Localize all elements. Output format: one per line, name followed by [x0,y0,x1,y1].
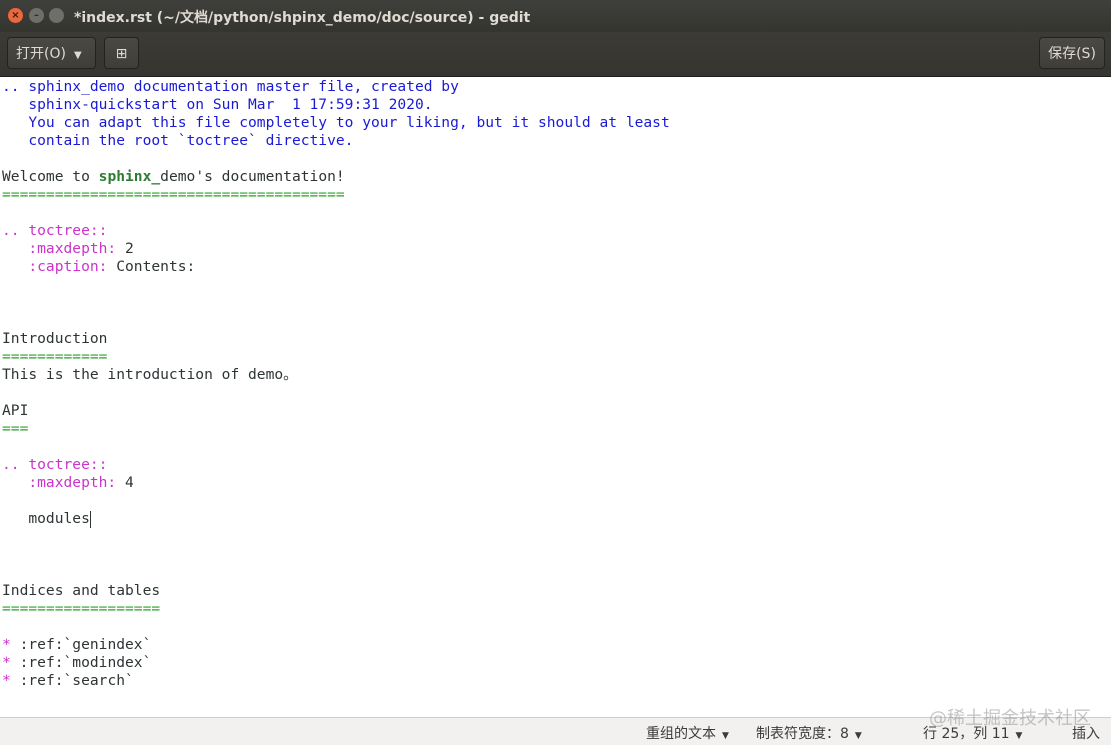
code-token: API [2,402,29,419]
code-token: You can adapt this file completely to yo… [2,114,670,131]
chevron-down-icon: ▼ [73,50,82,61]
code-token: 2 [116,240,134,257]
code-token: Indices and tables [2,582,161,599]
language-label: 重组的文本 [646,726,716,742]
code-token: .. toctree:: [2,456,108,473]
editor-line[interactable]: * :ref:`genindex` [2,636,151,654]
editor-line[interactable]: .. toctree:: [2,222,107,240]
code-token: sphinx_ [98,168,161,185]
text-editor[interactable]: .. sphinx_demo documentation master file… [0,77,1111,717]
code-token: Contents: [107,258,196,275]
editor-line[interactable]: API [2,402,28,420]
editor-line[interactable]: Indices and tables [2,582,160,600]
code-token: * [2,654,11,671]
editor-line[interactable]: :caption: Contents: [2,258,195,276]
editor-line[interactable]: .. toctree:: [2,456,107,474]
code-token: This is the introduction of demo。 [2,366,298,383]
save-button[interactable]: 保存(S) [1039,37,1105,69]
language-selector[interactable]: 重组的文本 ▼ [646,723,729,743]
tab-width-label: 制表符宽度：8 [756,726,849,742]
editor-line[interactable]: * :ref:`search` [2,672,134,690]
maximize-window-button[interactable] [49,8,64,23]
code-token: modules [2,510,90,527]
code-token: :ref:`search` [10,672,134,689]
close-window-button[interactable]: × [8,8,23,23]
code-token: .. toctree:: [2,222,108,239]
code-token: contain the root `toctree` directive. [2,132,354,149]
open-button[interactable]: 打开(O) ▼ [7,37,96,69]
status-bar: @稀土掘金技术社区 重组的文本 ▼ 制表符宽度：8 ▼ 行 25，列 11 ▼ 插入 [0,708,1111,745]
open-button-label: 打开(O) [16,46,66,62]
code-token: .. sphinx_demo documentation master file… [2,78,459,95]
code-token: Welcome to [2,168,99,185]
editor-line[interactable]: :maxdepth: 4 [2,474,134,492]
insert-mode-indicator[interactable]: 插入 [1072,723,1100,743]
code-token: :maxdepth: [2,240,117,257]
editor-line[interactable]: This is the introduction of demo。 [2,366,298,384]
editor-line[interactable]: ======================================= [2,186,345,204]
code-token: Introduction [2,330,108,347]
code-token: demo's documentation! [160,168,345,185]
window-title: *index.rst (~/文档/python/shpinx_demo/doc/… [74,10,531,26]
editor-line[interactable]: ================== [2,600,160,618]
tab-width-selector[interactable]: 制表符宽度：8 ▼ [756,723,862,743]
code-token: :ref:`modindex` [10,654,152,671]
new-tab-icon: ⊞ [115,46,128,62]
code-token: ======================================= [2,186,345,203]
chevron-down-icon: ▼ [1015,731,1023,741]
editor-line[interactable]: :maxdepth: 2 [2,240,134,258]
code-token: ============ [2,348,108,365]
editor-line[interactable]: You can adapt this file completely to yo… [2,114,670,132]
code-token: :maxdepth: [2,474,117,491]
editor-line[interactable]: sphinx-quickstart on Sun Mar 1 17:59:31 … [2,96,433,114]
cursor-position-label: 行 25，列 11 [923,726,1010,742]
editor-line[interactable]: contain the root `toctree` directive. [2,132,353,150]
cursor-position-selector[interactable]: 行 25，列 11 ▼ [923,723,1022,743]
code-token: :caption: [2,258,108,275]
code-token: :ref:`genindex` [10,636,152,653]
chevron-down-icon: ▼ [854,731,862,741]
editor-line[interactable]: .. sphinx_demo documentation master file… [2,78,459,96]
text-cursor [89,510,91,528]
code-token: 4 [116,474,134,491]
code-token: === [2,420,29,437]
editor-line[interactable]: ============ [2,348,107,366]
chevron-down-icon: ▼ [722,731,729,741]
code-token: * [2,672,11,689]
editor-line[interactable]: Welcome to sphinx_demo's documentation! [2,168,345,186]
window-titlebar: × – *index.rst (~/文档/python/shpinx_demo/… [0,0,1111,32]
code-token: * [2,636,11,653]
editor-line[interactable]: modules [2,510,91,528]
code-token: sphinx-quickstart on Sun Mar 1 17:59:31 … [2,96,433,113]
code-token: ================== [2,600,161,617]
new-document-button[interactable]: ⊞ [104,37,139,69]
editor-line[interactable]: Introduction [2,330,107,348]
header-bar: 打开(O) ▼ ⊞ 保存(S) [0,32,1111,77]
minimize-window-button[interactable]: – [29,8,44,23]
editor-line[interactable]: === [2,420,28,438]
editor-line[interactable]: * :ref:`modindex` [2,654,151,672]
